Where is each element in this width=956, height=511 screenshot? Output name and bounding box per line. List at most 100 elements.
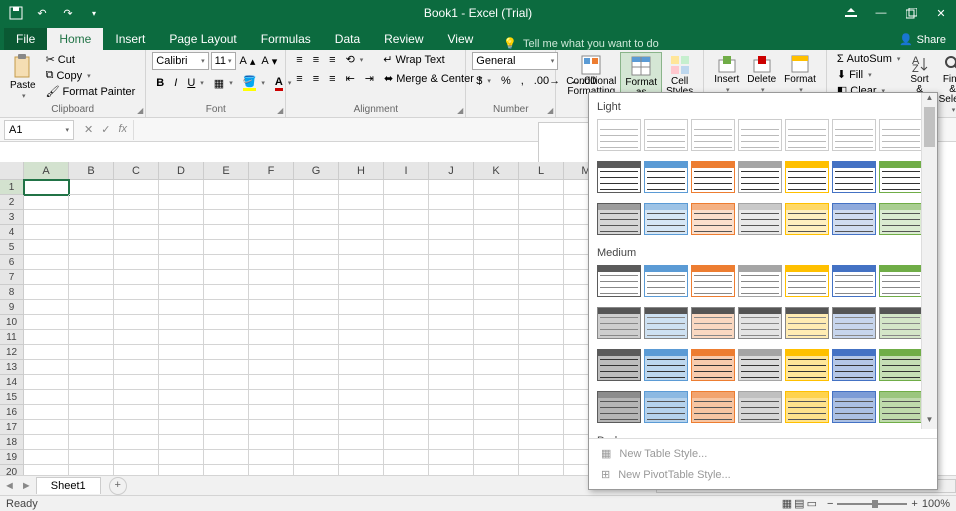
cell[interactable] <box>24 225 69 240</box>
cell[interactable] <box>384 450 429 465</box>
table-style-swatch[interactable] <box>738 203 782 235</box>
border-button[interactable]: ▦▾ <box>210 76 237 91</box>
number-format-combo[interactable]: General▾ <box>472 52 558 70</box>
cell[interactable] <box>519 360 564 375</box>
table-style-swatch[interactable] <box>832 265 876 297</box>
scroll-thumb[interactable] <box>924 107 935 147</box>
cell[interactable] <box>294 210 339 225</box>
cell[interactable] <box>429 300 474 315</box>
cell[interactable] <box>519 390 564 405</box>
column-header[interactable]: G <box>294 162 339 180</box>
cell[interactable] <box>114 195 159 210</box>
cell[interactable] <box>249 360 294 375</box>
row-header[interactable]: 19 <box>0 450 24 465</box>
row-header[interactable]: 16 <box>0 405 24 420</box>
cell[interactable] <box>249 210 294 225</box>
cell[interactable] <box>114 255 159 270</box>
table-style-swatch[interactable] <box>691 349 735 381</box>
cell[interactable] <box>519 420 564 435</box>
cell[interactable] <box>24 420 69 435</box>
cell[interactable] <box>474 390 519 405</box>
table-style-swatch[interactable] <box>738 349 782 381</box>
table-style-swatch[interactable] <box>644 349 688 381</box>
table-style-swatch[interactable] <box>738 307 782 339</box>
sheet-nav-prev[interactable]: ◄ <box>4 480 15 492</box>
cell[interactable] <box>69 330 114 345</box>
table-style-swatch[interactable] <box>738 265 782 297</box>
cell[interactable] <box>519 450 564 465</box>
cell[interactable] <box>24 195 69 210</box>
table-style-swatch[interactable] <box>832 203 876 235</box>
cell[interactable] <box>339 210 384 225</box>
cell[interactable] <box>69 240 114 255</box>
table-style-swatch[interactable] <box>785 349 829 381</box>
insert-cells-button[interactable]: Insert▾ <box>710 52 743 96</box>
table-style-swatch[interactable] <box>597 349 641 381</box>
cell[interactable] <box>429 285 474 300</box>
cell[interactable] <box>339 270 384 285</box>
cell[interactable] <box>384 240 429 255</box>
column-header[interactable]: J <box>429 162 474 180</box>
cell[interactable] <box>384 285 429 300</box>
number-dialog-launcher[interactable]: ◢ <box>547 106 553 115</box>
cell[interactable] <box>519 180 564 195</box>
decrease-indent-button[interactable]: ⇤ <box>342 71 359 86</box>
fx-icon[interactable]: fx <box>118 123 127 136</box>
cancel-formula-icon[interactable]: ✕ <box>84 123 93 136</box>
table-style-swatch[interactable] <box>597 161 641 193</box>
tab-home[interactable]: Home <box>47 28 103 50</box>
cell[interactable] <box>294 390 339 405</box>
row-header[interactable]: 15 <box>0 390 24 405</box>
column-header[interactable]: D <box>159 162 204 180</box>
table-style-swatch[interactable] <box>879 307 923 339</box>
table-style-swatch[interactable] <box>597 391 641 423</box>
cell[interactable] <box>24 390 69 405</box>
cell[interactable] <box>159 330 204 345</box>
cell[interactable] <box>519 225 564 240</box>
cell[interactable] <box>294 180 339 195</box>
cell[interactable] <box>294 300 339 315</box>
gallery-scrollbar[interactable]: ▲ ▼ <box>921 93 937 429</box>
cell[interactable] <box>384 180 429 195</box>
cell[interactable] <box>204 255 249 270</box>
cell[interactable] <box>429 195 474 210</box>
cell[interactable] <box>159 420 204 435</box>
cell[interactable] <box>249 300 294 315</box>
cut-button[interactable]: ✂Cut <box>42 52 140 67</box>
cell[interactable] <box>204 345 249 360</box>
format-cells-button[interactable]: Format▾ <box>780 52 820 96</box>
scroll-up-icon[interactable]: ▲ <box>922 93 937 107</box>
cell[interactable] <box>339 390 384 405</box>
zoom-slider[interactable] <box>837 503 907 505</box>
table-style-swatch[interactable] <box>644 161 688 193</box>
table-style-swatch[interactable] <box>785 161 829 193</box>
tab-page-layout[interactable]: Page Layout <box>157 28 248 50</box>
cell[interactable] <box>204 390 249 405</box>
cell[interactable] <box>114 240 159 255</box>
zoom-level[interactable]: 100% <box>922 498 950 510</box>
cell[interactable] <box>294 435 339 450</box>
table-style-swatch[interactable] <box>785 265 829 297</box>
cell[interactable] <box>249 195 294 210</box>
cell[interactable] <box>69 315 114 330</box>
comma-button[interactable]: , <box>517 74 528 88</box>
cell[interactable] <box>384 210 429 225</box>
cell[interactable] <box>474 450 519 465</box>
cell[interactable] <box>474 210 519 225</box>
cell[interactable] <box>204 405 249 420</box>
cell[interactable] <box>24 375 69 390</box>
cell[interactable] <box>24 435 69 450</box>
close-button[interactable]: ✕ <box>926 0 956 26</box>
delete-cells-button[interactable]: Delete▾ <box>743 52 780 96</box>
sheet-nav-next[interactable]: ► <box>21 480 32 492</box>
select-all-corner[interactable] <box>0 162 24 180</box>
cell[interactable] <box>384 390 429 405</box>
table-style-swatch[interactable] <box>597 307 641 339</box>
column-header[interactable]: I <box>384 162 429 180</box>
cell[interactable] <box>24 450 69 465</box>
underline-button[interactable]: U▾ <box>183 76 207 90</box>
cell[interactable] <box>384 420 429 435</box>
orientation-button[interactable]: ⟲▾ <box>342 52 368 67</box>
cell[interactable] <box>474 300 519 315</box>
cell[interactable] <box>429 315 474 330</box>
